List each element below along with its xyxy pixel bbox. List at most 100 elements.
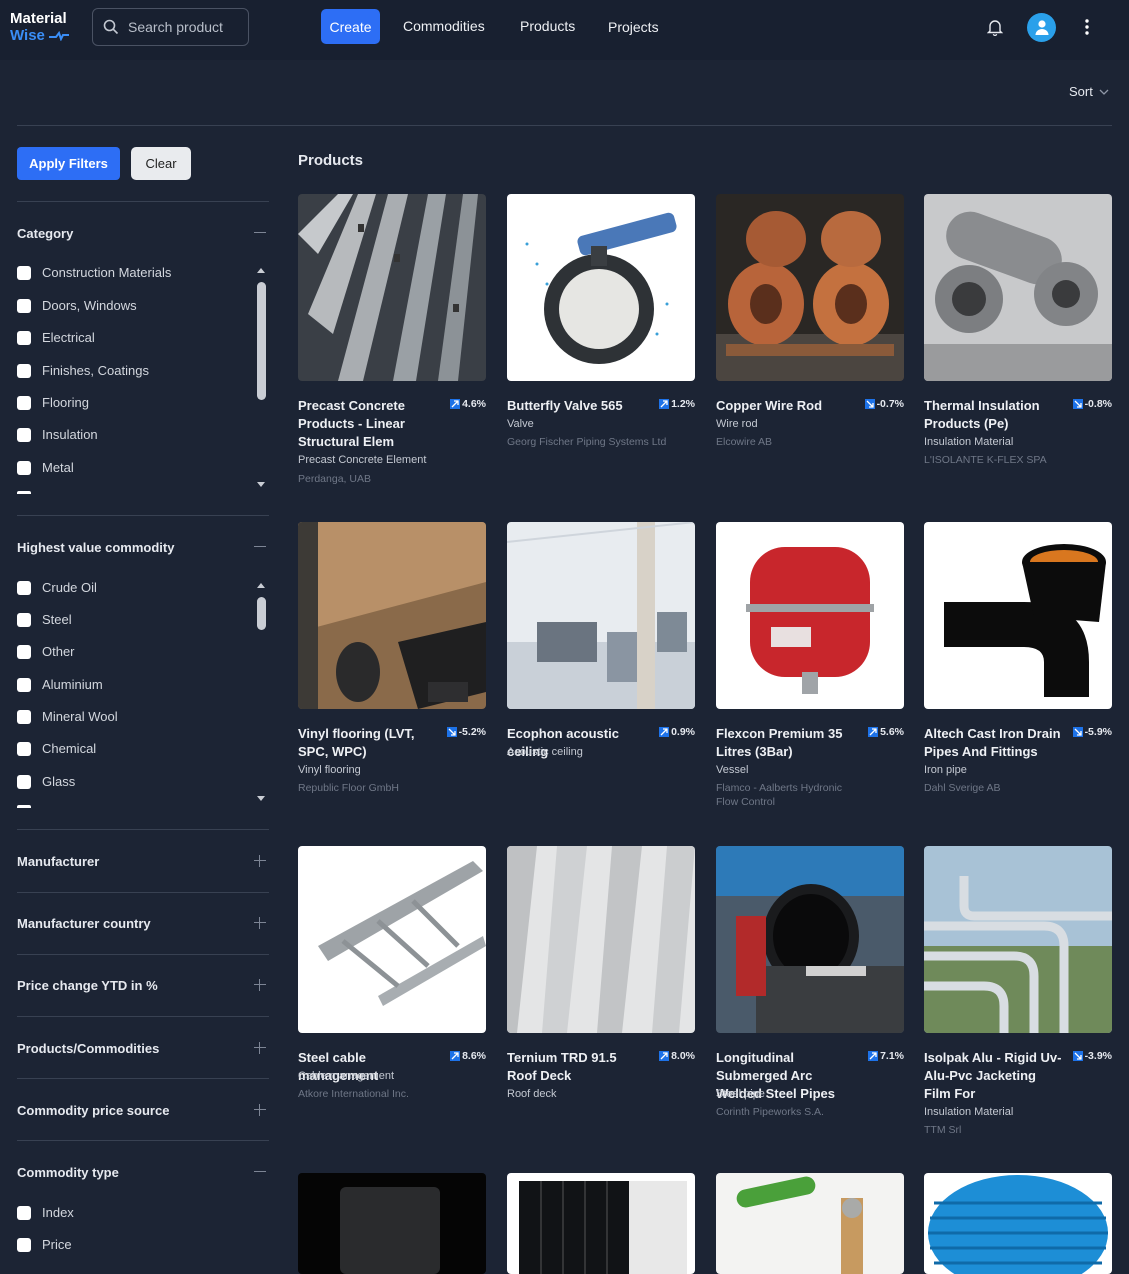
product-image[interactable] <box>716 522 904 709</box>
filter-option[interactable]: Steel <box>17 612 72 627</box>
manufacturer[interactable]: L'ISOLANTE K-FLEX SPA <box>924 453 1094 467</box>
product-name[interactable]: Thermal Insulation Products (Pe) <box>924 397 1064 433</box>
scrollbar-thumb[interactable] <box>257 597 266 630</box>
product-image[interactable] <box>298 194 486 381</box>
expand-icon[interactable] <box>254 1042 266 1054</box>
product-image[interactable] <box>716 194 904 381</box>
scroll-down-arrow-icon[interactable] <box>257 482 265 487</box>
product-image[interactable] <box>507 846 695 1033</box>
scroll-down-arrow-icon[interactable] <box>257 796 265 801</box>
nav-projects[interactable]: Projects <box>608 19 659 35</box>
manufacturer[interactable]: Perdanga, UAB <box>298 472 458 486</box>
product-image[interactable] <box>507 1173 695 1274</box>
product-name[interactable]: Copper Wire Rod <box>716 397 856 415</box>
bell-icon[interactable] <box>986 18 1004 36</box>
nav-products[interactable]: Products <box>520 18 575 34</box>
checkbox[interactable] <box>17 644 31 659</box>
manufacturer[interactable]: Corinth Pipeworks S.A. <box>716 1105 876 1119</box>
product-image[interactable] <box>298 522 486 709</box>
checkbox[interactable] <box>17 580 31 595</box>
product-name[interactable]: Vinyl flooring (LVT, SPC, WPC) <box>298 725 438 761</box>
filter-category-title[interactable]: Category <box>17 226 73 241</box>
filter-option[interactable]: Flooring <box>17 395 89 410</box>
filter-option[interactable]: Crude Oil <box>17 580 97 595</box>
filter-option[interactable]: Glass <box>17 774 75 789</box>
filter-manufacturer-country-title[interactable]: Manufacturer country <box>17 916 151 931</box>
product-image[interactable] <box>298 846 486 1033</box>
checkbox[interactable] <box>17 612 31 627</box>
apply-filters-button[interactable]: Apply Filters <box>17 147 120 180</box>
avatar[interactable] <box>1027 13 1056 42</box>
manufacturer[interactable]: Republic Floor GmbH <box>298 781 458 795</box>
checkbox[interactable] <box>17 298 31 313</box>
filter-option[interactable]: Insulation <box>17 427 98 442</box>
product-name[interactable]: Isolpak Alu - Rigid Uv-Alu-Pvc Jacketing… <box>924 1049 1064 1103</box>
product-image[interactable] <box>924 1173 1112 1274</box>
product-image[interactable] <box>507 194 695 381</box>
product-name[interactable]: Butterfly Valve 565 <box>507 397 647 415</box>
filter-option[interactable]: Metal <box>17 460 74 475</box>
expand-icon[interactable] <box>254 1104 266 1116</box>
product-image[interactable] <box>298 1173 486 1274</box>
filter-option[interactable]: Index <box>17 1205 74 1220</box>
manufacturer[interactable]: Georg Fischer Piping Systems Ltd <box>507 435 667 449</box>
filter-option[interactable]: Other <box>17 644 75 659</box>
filter-products-commodities-title[interactable]: Products/Commodities <box>17 1041 159 1056</box>
filter-commodity-type-title[interactable]: Commodity type <box>17 1165 119 1180</box>
filter-option[interactable]: Doors, Windows <box>17 298 137 313</box>
filter-price-source-title[interactable]: Commodity price source <box>17 1103 169 1118</box>
scroll-up-arrow-icon[interactable] <box>257 583 265 588</box>
collapse-icon[interactable] <box>254 541 266 553</box>
collapse-icon[interactable] <box>254 227 266 239</box>
create-button[interactable]: Create <box>321 9 380 44</box>
logo[interactable]: Material Wise <box>10 10 70 44</box>
checkbox[interactable] <box>17 427 31 442</box>
filter-commodity-title[interactable]: Highest value commodity <box>17 540 174 555</box>
checkbox[interactable] <box>17 460 31 475</box>
checkbox[interactable] <box>17 330 31 345</box>
checkbox[interactable] <box>17 741 31 756</box>
checkbox[interactable] <box>17 774 31 789</box>
product-image[interactable] <box>924 522 1112 709</box>
product-image[interactable] <box>716 846 904 1033</box>
product-name[interactable]: Precast Concrete Products - Linear Struc… <box>298 397 438 451</box>
filter-option[interactable]: Aluminium <box>17 677 103 692</box>
filter-manufacturer-title[interactable]: Manufacturer <box>17 854 99 869</box>
manufacturer[interactable]: Flamco - Aalberts Hydronic Flow Control <box>716 781 856 809</box>
expand-icon[interactable] <box>254 855 266 867</box>
manufacturer[interactable]: Dahl Sverige AB <box>924 781 1084 795</box>
filter-option[interactable]: Electrical <box>17 330 95 345</box>
manufacturer[interactable]: Elcowire AB <box>716 435 876 449</box>
filter-price-change-title[interactable]: Price change YTD in % <box>17 978 158 993</box>
scroll-up-arrow-icon[interactable] <box>257 268 265 273</box>
filter-option[interactable]: Construction Materials <box>17 265 171 280</box>
filter-option[interactable]: Chemical <box>17 741 96 756</box>
checkbox[interactable] <box>17 709 31 724</box>
product-name[interactable]: Altech Cast Iron Drain Pipes And Fitting… <box>924 725 1064 761</box>
scrollbar-thumb[interactable] <box>257 282 266 400</box>
collapse-icon[interactable] <box>254 1166 266 1178</box>
checkbox[interactable] <box>17 265 31 280</box>
search-input[interactable]: Search product <box>92 8 249 46</box>
filter-option[interactable]: Price <box>17 1237 72 1252</box>
more-vertical-icon[interactable] <box>1080 18 1094 36</box>
checkbox[interactable] <box>17 363 31 378</box>
expand-icon[interactable] <box>254 979 266 991</box>
product-image[interactable] <box>716 1173 904 1274</box>
product-name[interactable]: Ternium TRD 91.5 Roof Deck <box>507 1049 647 1085</box>
expand-icon[interactable] <box>254 917 266 929</box>
nav-commodities[interactable]: Commodities <box>403 18 485 34</box>
product-image[interactable] <box>924 194 1112 381</box>
filter-option[interactable]: Mineral Wool <box>17 709 118 724</box>
checkbox[interactable] <box>17 1237 31 1252</box>
clear-filters-button[interactable]: Clear <box>131 147 191 180</box>
product-name[interactable]: Flexcon Premium 35 Litres (3Bar) <box>716 725 856 761</box>
checkbox[interactable] <box>17 1205 31 1220</box>
product-image[interactable] <box>924 846 1112 1033</box>
checkbox[interactable] <box>17 677 31 692</box>
product-image[interactable] <box>507 522 695 709</box>
manufacturer[interactable]: TTM Srl <box>924 1123 1084 1137</box>
checkbox[interactable] <box>17 395 31 410</box>
manufacturer[interactable]: Atkore International Inc. <box>298 1087 458 1101</box>
filter-option[interactable]: Finishes, Coatings <box>17 363 149 378</box>
